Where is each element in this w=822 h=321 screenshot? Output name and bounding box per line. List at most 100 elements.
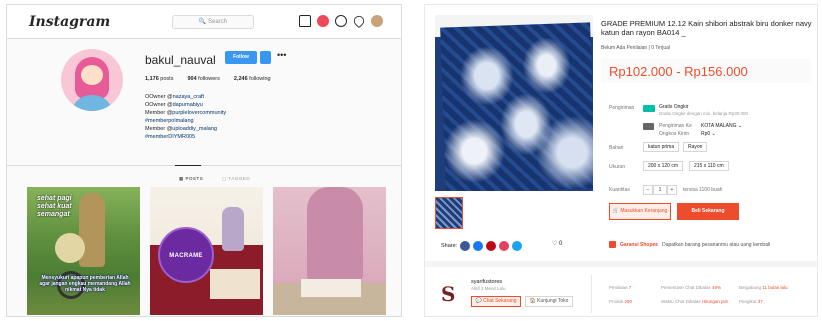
divider <box>591 275 592 313</box>
pinterest-icon[interactable] <box>486 241 497 251</box>
activity-heart-icon[interactable] <box>351 13 367 29</box>
stat-posts: 1,176 posts <box>145 76 174 82</box>
topbar-icons <box>299 13 383 29</box>
avatar-body <box>71 95 113 111</box>
bio-link[interactable]: uploaddiy_malang <box>172 126 217 132</box>
free-shipping-text: Gratis Ongkir <box>659 104 689 110</box>
stat-following[interactable]: 2,246 following <box>234 76 271 82</box>
profile-tabs: ▦ POSTS ▢ TAGGED <box>7 165 401 185</box>
tab-posts[interactable]: ▦ POSTS <box>179 176 203 182</box>
direct-message-icon[interactable] <box>317 15 329 27</box>
follow-button[interactable]: Follow <box>225 51 257 64</box>
free-shipping-desc: Gratis Ongkir dengan min. belanja Rp30.0… <box>659 111 749 116</box>
guarantee-brand: Garansi Shopee <box>620 241 659 248</box>
material-label: Bahan <box>609 145 624 151</box>
size-option[interactable]: 200 x 120 cm <box>643 161 684 171</box>
shop-name[interactable]: syarifustores <box>471 279 502 285</box>
bio-link[interactable]: dapurnabiyu <box>173 102 203 108</box>
quantity-plus-button[interactable]: + <box>667 185 677 195</box>
shipping-cost-select[interactable]: Rp0 ⌄ <box>701 131 716 137</box>
guarantee-row[interactable]: Garansi Shopee Dapatkan barang pesananmu… <box>609 241 770 248</box>
tab-tagged[interactable]: ▢ TAGGED <box>222 176 250 182</box>
bio-hashtag[interactable]: #memberDIYMR005 <box>145 134 195 140</box>
bio-line: #memberDIYMR005 <box>145 133 226 141</box>
instagram-logo[interactable]: Instagram <box>29 14 110 30</box>
bio-line: #memberpolmalang <box>145 117 226 125</box>
home-icon[interactable] <box>299 15 311 27</box>
link-icon[interactable] <box>512 241 523 251</box>
free-shipping-icon <box>643 105 655 112</box>
profile-avatar-icon[interactable] <box>371 15 383 27</box>
post-object <box>210 269 260 299</box>
post-object <box>301 279 361 297</box>
post-figure <box>307 187 363 283</box>
shop-stat-item: Bergabung 11 bulan lalu <box>739 285 788 290</box>
shop-logo[interactable]: S <box>441 283 463 305</box>
avatar-face <box>81 65 103 85</box>
guarantee-desc: Dapatkan barang pesananmu atau uang kemb… <box>662 241 771 248</box>
buy-now-button[interactable]: Beli Sekarang <box>677 203 739 220</box>
profile-username: bakul_nauval <box>145 53 216 67</box>
post-object <box>55 233 85 263</box>
post-thumbnail[interactable]: MACRAME <box>150 187 263 315</box>
instagram-profile-panel: Instagram 🔍 Search bakul_nauval Follow •… <box>6 4 402 317</box>
bio-line: Member @uploaddiy_malang <box>145 126 217 132</box>
bio-line: Member @purplelovercommunity <box>145 110 227 116</box>
product-thumbnail[interactable] <box>435 197 463 229</box>
quantity-input[interactable]: 1 <box>653 185 667 195</box>
profile-bio: OOwner @nazaya_craft OOwner @dapurnabiyu… <box>145 93 226 141</box>
shipping-destination-select[interactable]: KOTA MALANG ⌄ <box>701 123 742 129</box>
stat-followers[interactable]: 904 followers <box>187 76 219 82</box>
post-object <box>222 207 244 251</box>
product-price: Rp102.000 - Rp156.000 <box>609 64 748 79</box>
size-option[interactable]: 215 x 110 cm <box>689 161 729 171</box>
shop-section: S syarifustores Aktif 2 Menit Lalu 💬 Cha… <box>425 261 817 316</box>
shipping-to-label: Pengiriman Ke <box>659 123 692 129</box>
visit-shop-button[interactable]: 🏠 Kunjungi Toko <box>525 296 573 307</box>
bio-link[interactable]: nazaya_craft <box>173 94 205 100</box>
favorite-button[interactable]: ♡ 0 <box>552 240 562 247</box>
material-option[interactable]: Rayon <box>683 142 708 152</box>
truck-icon <box>643 123 654 130</box>
explore-compass-icon[interactable] <box>335 15 347 27</box>
product-meta: Belum Ada Penilaian | 0 Terjual <box>601 45 671 51</box>
quantity-minus-button[interactable]: − <box>643 185 653 195</box>
shipping-label: Pengiriman <box>609 105 635 111</box>
stock-text: tersisa 1100 buah <box>683 187 723 193</box>
shop-status: Aktif 2 Menit Lalu <box>471 286 506 291</box>
chat-button[interactable]: 💬 Chat Sekarang <box>471 296 521 307</box>
post-caption-bottom: Mensyukuri apapun pemberian Allah agar j… <box>39 275 131 293</box>
bio-line: OOwner @nazaya_craft <box>145 94 205 100</box>
quantity-stepper: − 1 + <box>643 185 677 195</box>
shibori-fabric <box>440 22 593 191</box>
product-main-image[interactable] <box>435 15 593 191</box>
size-label: Ukuran <box>609 164 626 170</box>
shield-icon <box>609 241 616 248</box>
product-title: GRADE PREMIUM 12.12 Kain shibori abstrak… <box>601 19 812 37</box>
facebook-icon[interactable] <box>473 241 484 251</box>
material-option[interactable]: katun prima <box>643 142 680 152</box>
messenger-icon[interactable] <box>460 241 471 251</box>
suggested-dropdown-button[interactable] <box>260 51 271 64</box>
share-label: Share: <box>441 243 458 249</box>
post-thumbnail[interactable]: sehat pagi sehat kuat semangat Mensyukur… <box>27 187 140 315</box>
shop-stat-item: Pengikut 37 <box>739 299 763 304</box>
post-caption-top: sehat pagi sehat kuat semangat <box>37 195 72 218</box>
shop-stat-item: Waktu Chat Dibalas Hitungan jam <box>661 299 729 304</box>
bio-hashtag[interactable]: #memberpolmalang <box>145 118 194 124</box>
search-input[interactable]: 🔍 Search <box>172 15 254 29</box>
profile-avatar <box>61 49 123 111</box>
add-to-cart-button[interactable]: 🛒 Masukkan Keranjang <box>609 203 671 220</box>
bio-line: OOwner @dapurnabiyu <box>145 102 203 108</box>
posts-grid: sehat pagi sehat kuat semangat Mensyukur… <box>27 187 386 315</box>
twitter-icon[interactable] <box>499 241 510 251</box>
instagram-topbar: Instagram 🔍 Search <box>7 5 401 39</box>
more-options-button[interactable]: ••• <box>277 50 286 60</box>
post-figure <box>79 193 105 267</box>
bio-link[interactable]: purplelovercommunity <box>172 110 226 116</box>
post-thumbnail[interactable] <box>273 187 386 315</box>
favorite-label: ♡ 0 <box>552 241 563 247</box>
shop-stat-item: Penilaian 7 <box>609 285 632 290</box>
shop-stat-item: Produk 290 <box>609 299 633 304</box>
post-macrame-sign: MACRAME <box>158 227 214 283</box>
